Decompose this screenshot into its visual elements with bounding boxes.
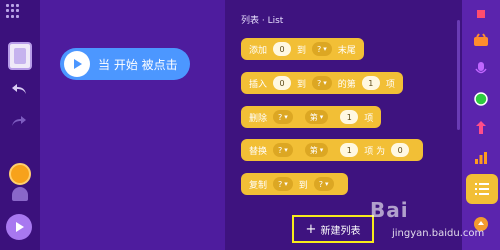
redo-icon[interactable]	[8, 112, 30, 130]
block-text: 到	[298, 180, 308, 191]
value-slot[interactable]: 1	[361, 76, 380, 90]
value-slot[interactable]: 0	[391, 143, 410, 157]
character-icon[interactable]	[9, 163, 31, 185]
block-text: 项	[364, 113, 374, 124]
arrow-icon[interactable]	[469, 116, 493, 140]
play-icon	[16, 222, 24, 232]
list-icon[interactable]	[466, 174, 498, 204]
dropdown-slot[interactable]: 第	[304, 143, 329, 157]
block-text: 替换	[249, 146, 268, 157]
replace-block[interactable]: 替换? 第1 项 为 0	[241, 139, 424, 161]
block-text: 删除	[249, 113, 268, 124]
delete-block[interactable]: 删除? 第1项	[241, 106, 382, 128]
block-text: 项 为	[364, 146, 386, 157]
events-icon[interactable]	[469, 87, 493, 111]
dropdown-slot[interactable]: ?	[313, 177, 334, 191]
data-icon[interactable]	[469, 146, 493, 170]
add-block[interactable]: 添加 0到? 末尾	[241, 38, 364, 60]
left-toolbar	[0, 0, 40, 250]
event-label: 当 开始 被点击	[98, 57, 178, 72]
motion-icon[interactable]	[469, 2, 493, 26]
category-rail	[462, 0, 500, 250]
copy-block[interactable]: 复制? 到?	[241, 173, 348, 195]
grid-icon[interactable]	[6, 4, 20, 18]
palette-scrollbar[interactable]	[457, 20, 460, 130]
dropdown-slot[interactable]: ?	[273, 110, 293, 124]
new-list-button[interactable]: + 新建列表	[292, 215, 374, 243]
block-text: 复制	[249, 180, 268, 191]
undo-icon[interactable]	[8, 80, 30, 98]
new-list-label: 新建列表	[320, 225, 361, 237]
dropdown-slot[interactable]: ?	[312, 76, 332, 90]
block-palette: 列表 · List 添加0到?末尾插入0到?的第1项删除?第1项替换?第1项 为…	[225, 0, 462, 250]
dropdown-slot[interactable]: 第	[304, 110, 329, 124]
ghost-icon[interactable]	[12, 187, 28, 201]
sprite-icon[interactable]	[8, 42, 32, 70]
block-text: 的第	[337, 79, 356, 90]
dropdown-slot[interactable]: ?	[273, 177, 293, 191]
when-start-clicked-block[interactable]: 当 开始 被点击	[60, 48, 190, 80]
watermark-brand: Bai	[370, 198, 409, 222]
code-canvas[interactable]: 当 开始 被点击	[40, 0, 225, 250]
insert-block[interactable]: 插入 0到? 的第 1项	[241, 72, 403, 94]
start-flag-icon	[64, 51, 90, 77]
block-text: 末尾	[337, 45, 356, 56]
value-slot[interactable]: 1	[340, 110, 359, 124]
value-slot[interactable]: 0	[273, 76, 292, 90]
sound-icon[interactable]	[469, 57, 493, 81]
block-text: 项	[385, 79, 395, 90]
value-slot[interactable]: 1	[340, 143, 359, 157]
block-text: 插入	[249, 79, 268, 90]
play-button[interactable]	[6, 214, 32, 240]
block-text: 添加	[249, 45, 268, 56]
value-slot[interactable]: 0	[273, 42, 292, 56]
block-text: 到	[297, 79, 307, 90]
watermark-text: jingyan.baidu.com	[392, 228, 485, 239]
looks-icon[interactable]	[469, 28, 493, 52]
block-text: 到	[297, 45, 307, 56]
dropdown-slot[interactable]: ?	[312, 42, 332, 56]
plus-icon: +	[305, 221, 317, 237]
category-title: 列表 · List	[241, 16, 284, 26]
dropdown-slot[interactable]: ?	[273, 143, 293, 157]
